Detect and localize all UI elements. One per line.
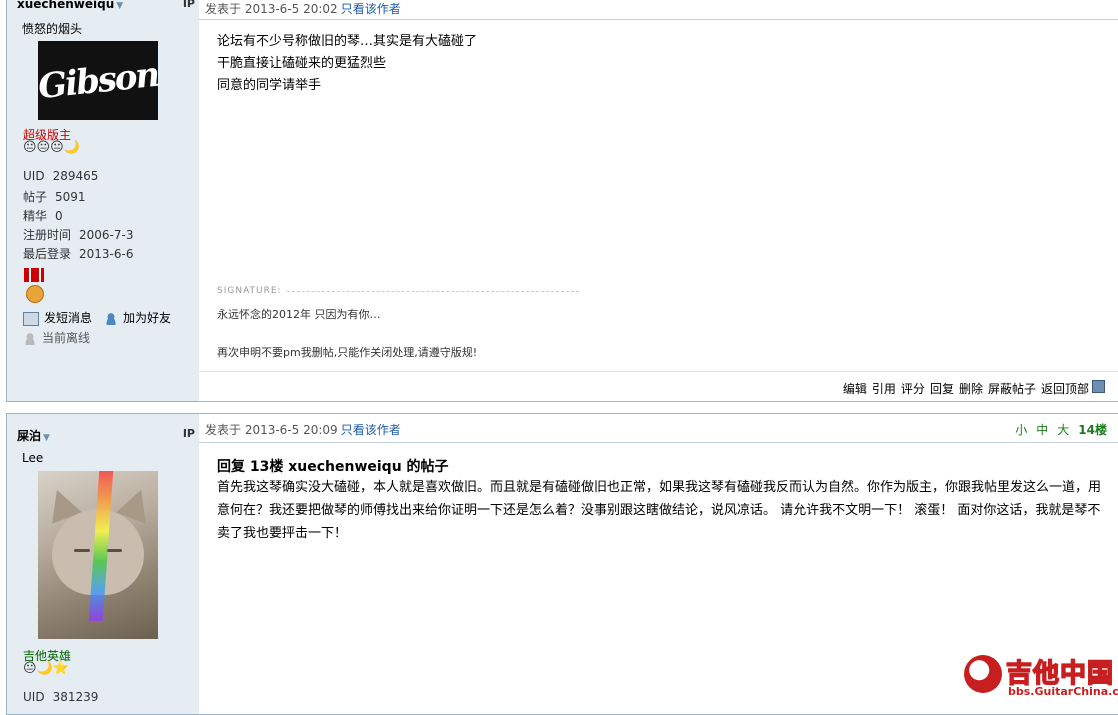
rank-stars-icon: 😐🌙⭐ [23,661,69,676]
send-message-button[interactable]: 发短消息 [23,309,92,326]
signature-label: SIGNATURE: [217,286,286,296]
avatar[interactable]: Gibson [36,41,160,120]
stat-uid: UID 381239 [23,690,99,704]
post-body: 论坛有不少号称做旧的琴…其实是有大磕碰了 干脆直接让磕碰来的更猛烈些 同意的同学… [217,31,477,97]
reply-button[interactable]: 回复 [930,382,954,396]
chevron-down-icon[interactable]: ▼ [116,1,123,11]
author-name[interactable]: xuechenweiqu ▼ [17,0,123,11]
edit-button[interactable]: 编辑 [843,382,867,396]
custom-title: 愤怒的烟头 [22,22,83,36]
reply-title: 回复 13楼 xuechenweiqu 的帖子 [217,459,449,475]
font-large-button[interactable]: 大 [1057,423,1069,437]
post-14: 屎泊 ▼ IP Lee 吉他英雄 😐🌙⭐ UID 381239 发表于 2013-6… [6,413,1118,715]
stat-last-login: 最后登录 2013-6-6 [23,247,134,261]
post-header: 发表于 2013-6-5 20:09 只看该作者 小中大 14楼 [199,414,1118,443]
envelope-icon [23,311,39,326]
quote-button[interactable]: 引用 [872,382,896,396]
post-meta: 发表于 2013-6-5 20:02 只看该作者 [205,2,401,16]
add-friend-button[interactable]: 加为好友 [104,309,171,326]
watermark-url: bbs.GuitarChina.com [1008,685,1118,698]
offline-user-icon [23,332,37,345]
rank-stars-icon: 😐😐😐🌙 [23,140,80,155]
post-body-line: 同意的同学请举手 [217,78,322,93]
ip-link[interactable]: IP [183,427,195,440]
rate-button[interactable]: 评分 [901,382,925,396]
avatar-logo-text: Gibson [36,54,160,107]
stat-register-date: 注册时间 2006-7-3 [23,228,134,242]
post-body-line: 干脆直接让磕碰来的更猛烈些 [217,56,387,71]
signature-line: 永远怀念的2012年 只因为有你… [217,308,381,321]
site-watermark: 吉他中国 bbs.GuitarChina.com [964,653,1118,701]
block-post-button[interactable]: 屏蔽帖子 [988,382,1036,396]
post-header: 发表于 2013-6-5 20:02 只看该作者 [199,0,1118,20]
ip-link[interactable]: IP [183,0,195,10]
delete-button[interactable]: 删除 [959,382,983,396]
post-actions-bar: 编辑 引用 评分 回复 删除 屏蔽帖子 返回顶部 [199,371,1118,402]
stat-digest: 精华 0 [23,209,63,223]
post-meta: 发表于 2013-6-5 20:09 只看该作者 [205,423,401,437]
chevron-down-icon[interactable]: ▼ [43,433,50,443]
post-body: 首先我这琴确实没大磕碰，本人就是喜欢做旧。而且就是有磕碰做旧也正常，如果我这琴有… [217,480,1102,541]
guitar-logo-icon [964,655,1002,693]
back-to-top-link[interactable]: 返回顶部 [1041,382,1089,396]
font-medium-button[interactable]: 中 [1036,423,1048,437]
avatar[interactable] [38,471,158,639]
author-name[interactable]: 屎泊 ▼ [17,427,50,444]
stat-uid: UID 289465 [23,169,99,183]
signature-line: 再次申明不要pm我删帖,只能作关闭处理,请遵守版规! [217,346,478,359]
scroll-top-icon[interactable] [1092,380,1105,393]
online-status: 当前离线 [23,329,90,346]
floor-number[interactable]: 14楼 [1078,423,1107,437]
stat-posts: 帖子 5091 [23,190,86,204]
post-13: xuechenweiqu ▼ IP 愤怒的烟头 Gibson 超级版主 😐😐😐🌙 … [6,0,1118,402]
medal-icon[interactable] [24,268,44,304]
only-author-link[interactable]: 只看该作者 [341,423,401,437]
post-body-line: 论坛有不少号称做旧的琴…其实是有大磕碰了 [217,34,478,49]
post-operations: 编辑 引用 评分 回复 删除 屏蔽帖子 返回顶部 [838,380,1089,397]
user-add-icon [104,312,118,325]
custom-title: Lee [22,451,44,465]
post-content: 发表于 2013-6-5 20:02 只看该作者 论坛有不少号称做旧的琴…其实是有… [199,0,1118,401]
font-size-switch: 小中大 14楼 [1006,421,1107,438]
author-sidebar: 屎泊 ▼ IP Lee 吉他英雄 😐🌙⭐ UID 381239 [7,414,199,714]
author-sidebar: xuechenweiqu ▼ IP 愤怒的烟头 Gibson 超级版主 😐😐😐🌙 … [7,0,199,401]
font-small-button[interactable]: 小 [1015,423,1027,437]
only-author-link[interactable]: 只看该作者 [341,2,401,16]
